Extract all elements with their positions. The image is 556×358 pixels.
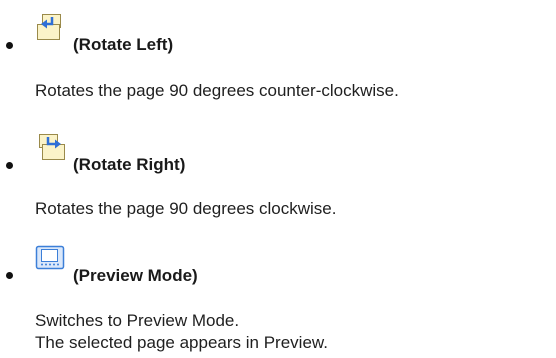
item-title: (Preview Mode) [73, 266, 198, 285]
rotate-left-icon [35, 12, 67, 42]
item-description: Switches to Preview Mode. [35, 311, 240, 330]
bullet [6, 42, 13, 49]
item-description: The selected page appears in Preview. [35, 333, 328, 352]
item-title: (Rotate Left) [73, 35, 174, 54]
item-title: (Rotate Right) [73, 155, 186, 174]
rotate-right-icon [35, 132, 67, 162]
item-description: Rotates the page 90 degrees clockwise. [35, 199, 337, 218]
bullet [6, 272, 13, 279]
preview-mode-icon [35, 244, 67, 274]
item-description: Rotates the page 90 degrees counter-cloc… [35, 81, 399, 100]
bullet [6, 162, 13, 169]
